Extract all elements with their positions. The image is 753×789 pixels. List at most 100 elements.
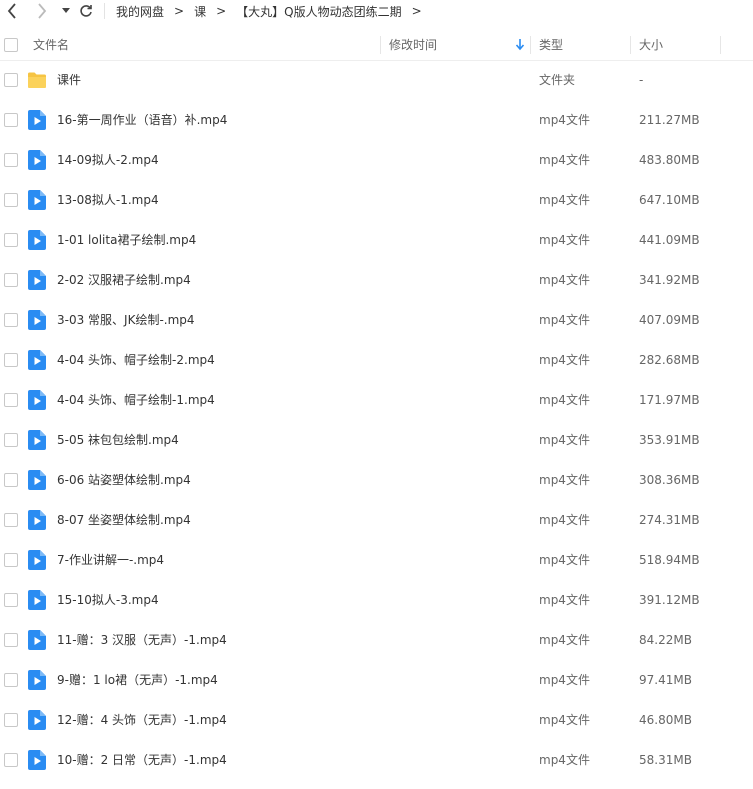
file-type: mp4文件 bbox=[539, 433, 590, 447]
file-row[interactable]: 2-02 汉服裙子绘制.mp4 mp4文件 341.92MB bbox=[0, 260, 753, 300]
breadcrumb-item[interactable]: 课 bbox=[194, 3, 206, 20]
file-row[interactable]: 15-10拟人-3.mp4 mp4文件 391.12MB bbox=[0, 580, 753, 620]
file-row[interactable]: 14-09拟人-2.mp4 mp4文件 483.80MB bbox=[0, 140, 753, 180]
row-checkbox[interactable] bbox=[4, 233, 18, 247]
file-name[interactable]: 7-作业讲解一-.mp4 bbox=[57, 540, 164, 580]
file-name[interactable]: 11-赠：3 汉服（无声）-1.mp4 bbox=[57, 620, 227, 660]
file-name[interactable]: 13-08拟人-1.mp4 bbox=[57, 180, 159, 220]
file-name[interactable]: 15-10拟人-3.mp4 bbox=[57, 580, 159, 620]
column-divider[interactable] bbox=[720, 36, 721, 54]
row-checkbox[interactable] bbox=[4, 633, 18, 647]
file-name[interactable]: 6-06 站姿塑体绘制.mp4 bbox=[57, 460, 191, 500]
file-row[interactable]: 13-08拟人-1.mp4 mp4文件 647.10MB bbox=[0, 180, 753, 220]
file-row[interactable]: 9-赠：1 lo裙（无声）-1.mp4 mp4文件 97.41MB bbox=[0, 660, 753, 700]
file-name[interactable]: 3-03 常服、JK绘制-.mp4 bbox=[57, 300, 195, 340]
file-size: 58.31MB bbox=[639, 753, 692, 767]
history-dropdown-button[interactable] bbox=[56, 1, 76, 21]
file-type: mp4文件 bbox=[539, 313, 590, 327]
file-name[interactable]: 9-赠：1 lo裙（无声）-1.mp4 bbox=[57, 660, 218, 700]
row-checkbox[interactable] bbox=[4, 353, 18, 367]
file-size: 353.91MB bbox=[639, 433, 700, 447]
file-name[interactable]: 10-赠：2 日常（无声）-1.mp4 bbox=[57, 740, 227, 780]
forward-button[interactable] bbox=[32, 1, 52, 21]
row-checkbox[interactable] bbox=[4, 273, 18, 287]
file-row[interactable]: 10-赠：2 日常（无声）-1.mp4 mp4文件 58.31MB bbox=[0, 740, 753, 780]
file-type: mp4文件 bbox=[539, 473, 590, 487]
row-checkbox[interactable] bbox=[4, 553, 18, 567]
row-checkbox[interactable] bbox=[4, 73, 18, 87]
column-header-name[interactable]: 文件名 bbox=[33, 30, 69, 60]
file-name[interactable]: 14-09拟人-2.mp4 bbox=[57, 140, 159, 180]
file-name[interactable]: 8-07 坐姿塑体绘制.mp4 bbox=[57, 500, 191, 540]
file-size: 407.09MB bbox=[639, 313, 700, 327]
caret-down-icon bbox=[62, 8, 70, 13]
video-file-icon bbox=[28, 670, 46, 690]
row-checkbox[interactable] bbox=[4, 113, 18, 127]
file-row[interactable]: 12-赠：4 头饰（无声）-1.mp4 mp4文件 46.80MB bbox=[0, 700, 753, 740]
column-header-type[interactable]: 类型 bbox=[539, 30, 563, 60]
row-checkbox[interactable] bbox=[4, 673, 18, 687]
breadcrumb-item[interactable]: 我的网盘 bbox=[116, 3, 164, 20]
video-file-icon bbox=[28, 630, 46, 650]
back-button[interactable] bbox=[2, 1, 22, 21]
file-size: 518.94MB bbox=[639, 553, 700, 567]
file-name[interactable]: 2-02 汉服裙子绘制.mp4 bbox=[57, 260, 191, 300]
file-type: mp4文件 bbox=[539, 193, 590, 207]
row-checkbox[interactable] bbox=[4, 393, 18, 407]
breadcrumb-separator: > bbox=[174, 4, 185, 18]
column-header-modified[interactable]: 修改时间 bbox=[389, 30, 437, 60]
file-size: 211.27MB bbox=[639, 113, 700, 127]
row-checkbox[interactable] bbox=[4, 473, 18, 487]
row-checkbox[interactable] bbox=[4, 713, 18, 727]
breadcrumb: 我的网盘 > 课 > 【大丸】Q版人物动态团练二期 > bbox=[104, 0, 428, 22]
row-checkbox[interactable] bbox=[4, 193, 18, 207]
file-name[interactable]: 4-04 头饰、帽子绘制-1.mp4 bbox=[57, 380, 215, 420]
row-checkbox[interactable] bbox=[4, 153, 18, 167]
file-list-header: 文件名 修改时间 类型 大小 bbox=[0, 30, 753, 61]
folder-icon bbox=[28, 72, 46, 88]
arrow-down-icon[interactable] bbox=[515, 39, 525, 51]
folder-row[interactable]: 课件 文件夹 - bbox=[0, 60, 753, 100]
refresh-button[interactable] bbox=[76, 1, 96, 21]
video-file-icon bbox=[28, 310, 46, 330]
file-row[interactable]: 8-07 坐姿塑体绘制.mp4 mp4文件 274.31MB bbox=[0, 500, 753, 540]
file-name[interactable]: 16-第一周作业（语音）补.mp4 bbox=[57, 100, 227, 140]
file-row[interactable]: 7-作业讲解一-.mp4 mp4文件 518.94MB bbox=[0, 540, 753, 580]
row-checkbox[interactable] bbox=[4, 433, 18, 447]
file-size: 97.41MB bbox=[639, 673, 692, 687]
chevron-left-icon bbox=[7, 3, 16, 19]
file-name[interactable]: 12-赠：4 头饰（无声）-1.mp4 bbox=[57, 700, 227, 740]
file-size: 441.09MB bbox=[639, 233, 700, 247]
column-divider[interactable] bbox=[530, 36, 531, 54]
row-checkbox[interactable] bbox=[4, 593, 18, 607]
row-checkbox[interactable] bbox=[4, 753, 18, 767]
file-size: 282.68MB bbox=[639, 353, 700, 367]
file-row[interactable]: 16-第一周作业（语音）补.mp4 mp4文件 211.27MB bbox=[0, 100, 753, 140]
column-divider[interactable] bbox=[380, 36, 381, 54]
file-name[interactable]: 4-04 头饰、帽子绘制-2.mp4 bbox=[57, 340, 215, 380]
file-size: 46.80MB bbox=[639, 713, 692, 727]
file-name[interactable]: 5-05 袜包包绘制.mp4 bbox=[57, 420, 179, 460]
file-row[interactable]: 5-05 袜包包绘制.mp4 mp4文件 353.91MB bbox=[0, 420, 753, 460]
video-file-icon bbox=[28, 710, 46, 730]
select-all-checkbox[interactable] bbox=[4, 38, 18, 52]
file-name[interactable]: 课件 bbox=[57, 60, 81, 100]
file-size: 341.92MB bbox=[639, 273, 700, 287]
video-file-icon bbox=[28, 110, 46, 130]
column-divider[interactable] bbox=[630, 36, 631, 54]
refresh-icon bbox=[80, 5, 92, 17]
file-row[interactable]: 1-01 lolita裙子绘制.mp4 mp4文件 441.09MB bbox=[0, 220, 753, 260]
file-row[interactable]: 4-04 头饰、帽子绘制-1.mp4 mp4文件 171.97MB bbox=[0, 380, 753, 420]
breadcrumb-item-current[interactable]: 【大丸】Q版人物动态团练二期 bbox=[236, 3, 401, 20]
file-row[interactable]: 11-赠：3 汉服（无声）-1.mp4 mp4文件 84.22MB bbox=[0, 620, 753, 660]
video-file-icon bbox=[28, 350, 46, 370]
video-file-icon bbox=[28, 550, 46, 570]
file-name[interactable]: 1-01 lolita裙子绘制.mp4 bbox=[57, 220, 196, 260]
file-row[interactable]: 4-04 头饰、帽子绘制-2.mp4 mp4文件 282.68MB bbox=[0, 340, 753, 380]
file-row[interactable]: 3-03 常服、JK绘制-.mp4 mp4文件 407.09MB bbox=[0, 300, 753, 340]
file-row[interactable]: 6-06 站姿塑体绘制.mp4 mp4文件 308.36MB bbox=[0, 460, 753, 500]
row-checkbox[interactable] bbox=[4, 313, 18, 327]
row-checkbox[interactable] bbox=[4, 513, 18, 527]
column-header-size[interactable]: 大小 bbox=[639, 30, 663, 60]
file-type: mp4文件 bbox=[539, 753, 590, 767]
